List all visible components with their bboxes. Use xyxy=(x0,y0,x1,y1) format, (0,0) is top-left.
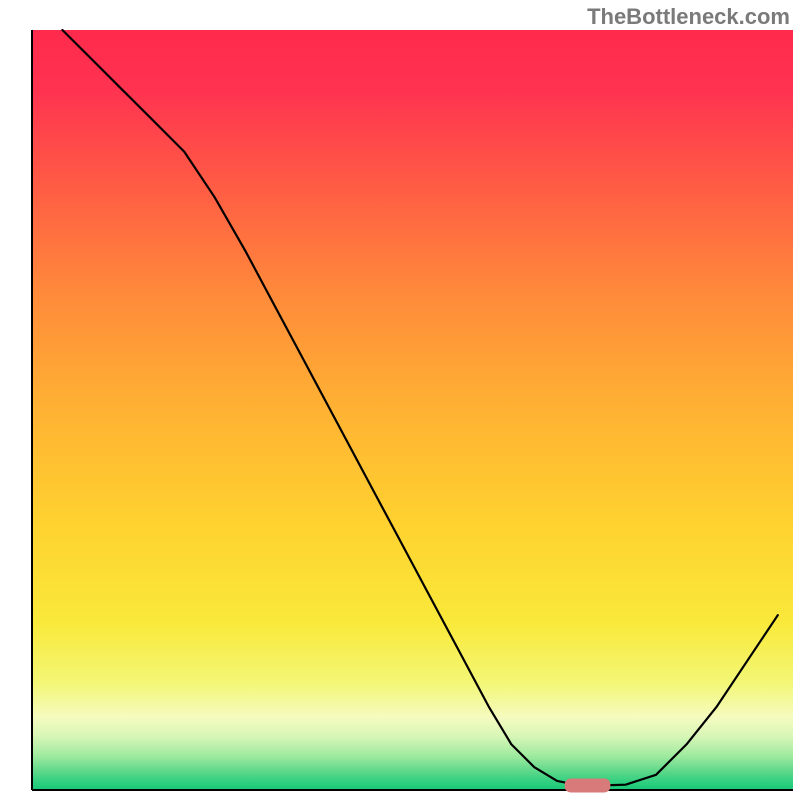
bottleneck-chart xyxy=(0,0,800,800)
optimal-marker xyxy=(565,778,611,792)
watermark-label: TheBottleneck.com xyxy=(587,4,790,30)
chart-background xyxy=(32,30,793,790)
